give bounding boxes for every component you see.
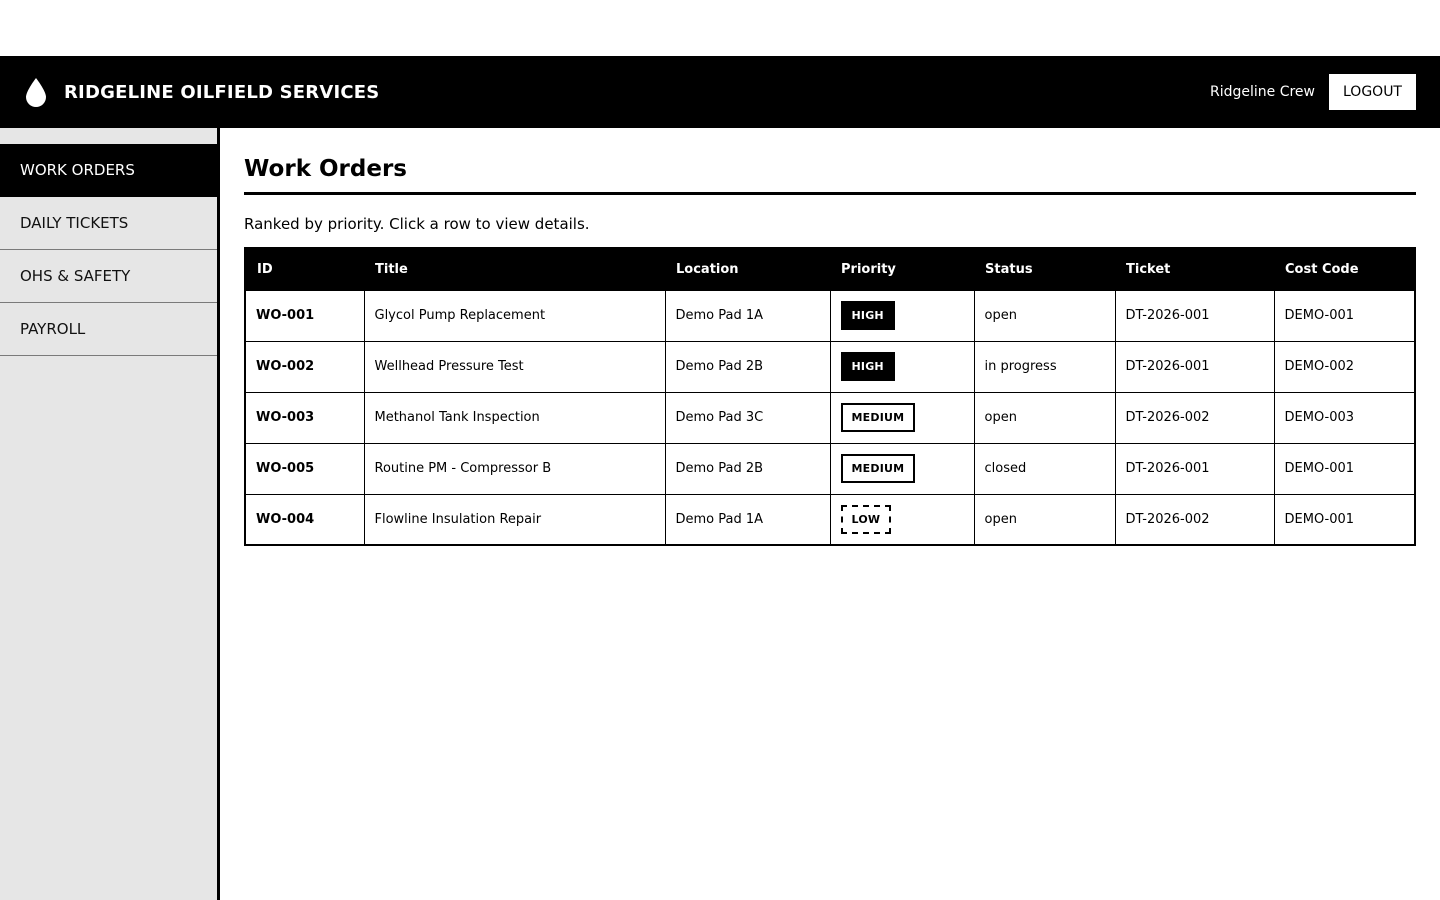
cell-cost-code: DEMO-003 — [1273, 391, 1416, 444]
priority-badge: LOW — [840, 504, 892, 534]
cell-cost-code: DEMO-002 — [1273, 340, 1416, 393]
column-header-ticket[interactable]: Ticket — [1115, 248, 1274, 290]
sidebar: WORK ORDERS DAILY TICKETS OHS & SAFETY P… — [0, 128, 220, 900]
table-header-row: ID Title Location Priority Status Ticket… — [245, 248, 1415, 290]
cell-cost-code: DEMO-001 — [1273, 289, 1416, 342]
cell-title: Methanol Tank Inspection — [363, 391, 666, 444]
cell-status: in progress — [973, 340, 1116, 393]
top-spacer — [0, 0, 1440, 56]
cell-id: WO-005 — [244, 442, 365, 495]
brand: RIDGELINE OILFIELD SERVICES — [24, 77, 379, 107]
cell-id: WO-003 — [244, 391, 365, 444]
cell-priority: HIGH — [829, 340, 975, 393]
cell-title: Wellhead Pressure Test — [363, 340, 666, 393]
table-row[interactable]: WO-004 Flowline Insulation Repair Demo P… — [244, 493, 1416, 546]
column-header-location[interactable]: Location — [665, 248, 830, 290]
cell-id: WO-002 — [244, 340, 365, 393]
column-header-cost-code[interactable]: Cost Code — [1274, 248, 1415, 290]
sidebar-item-daily-tickets[interactable]: DAILY TICKETS — [0, 197, 217, 250]
app-body: WORK ORDERS DAILY TICKETS OHS & SAFETY P… — [0, 128, 1440, 900]
column-header-title[interactable]: Title — [364, 248, 665, 290]
user-name: Ridgeline Crew — [1209, 84, 1315, 100]
cell-status: open — [973, 391, 1116, 444]
cell-priority: MEDIUM — [829, 442, 975, 495]
brand-name: RIDGELINE OILFIELD SERVICES — [64, 81, 380, 103]
cell-location: Demo Pad 2B — [664, 340, 831, 393]
sidebar-item-work-orders[interactable]: WORK ORDERS — [0, 144, 217, 197]
table-row[interactable]: WO-002 Wellhead Pressure Test Demo Pad 2… — [244, 340, 1416, 393]
cell-location: Demo Pad 3C — [664, 391, 831, 444]
priority-badge: MEDIUM — [840, 454, 916, 483]
priority-badge: HIGH — [840, 301, 895, 330]
cell-location: Demo Pad 1A — [664, 289, 831, 342]
app-header: RIDGELINE OILFIELD SERVICES Ridgeline Cr… — [0, 56, 1440, 128]
work-orders-table: ID Title Location Priority Status Ticket… — [244, 247, 1416, 546]
table-row[interactable]: WO-003 Methanol Tank Inspection Demo Pad… — [244, 391, 1416, 444]
sidebar-item-payroll[interactable]: PAYROLL — [0, 303, 217, 356]
cell-priority: LOW — [829, 493, 975, 546]
cell-title: Flowline Insulation Repair — [363, 493, 666, 546]
cell-status: open — [973, 289, 1116, 342]
column-header-priority[interactable]: Priority — [830, 248, 974, 290]
cell-ticket: DT-2026-002 — [1114, 493, 1275, 546]
sidebar-item-ohs-safety[interactable]: OHS & SAFETY — [0, 250, 217, 303]
droplet-icon — [24, 77, 64, 107]
cell-ticket: DT-2026-001 — [1114, 340, 1275, 393]
cell-id: WO-001 — [244, 289, 365, 342]
page-title: Work Orders — [244, 156, 1416, 195]
priority-badge: HIGH — [840, 352, 895, 381]
logout-button[interactable]: LOGOUT — [1329, 74, 1416, 110]
main-content: Work Orders Ranked by priority. Click a … — [220, 128, 1440, 900]
cell-title: Glycol Pump Replacement — [363, 289, 666, 342]
cell-ticket: DT-2026-002 — [1114, 391, 1275, 444]
table-row[interactable]: WO-001 Glycol Pump Replacement Demo Pad … — [244, 289, 1416, 342]
cell-priority: MEDIUM — [829, 391, 975, 444]
cell-status: open — [973, 493, 1116, 546]
cell-title: Routine PM - Compressor B — [363, 442, 666, 495]
column-header-status[interactable]: Status — [974, 248, 1115, 290]
priority-badge: MEDIUM — [840, 403, 916, 432]
cell-id: WO-004 — [244, 493, 365, 546]
cell-status: closed — [973, 442, 1116, 495]
header-actions: Ridgeline Crew LOGOUT — [1210, 74, 1416, 110]
cell-ticket: DT-2026-001 — [1114, 289, 1275, 342]
cell-cost-code: DEMO-001 — [1273, 493, 1416, 546]
cell-location: Demo Pad 1A — [664, 493, 831, 546]
cell-cost-code: DEMO-001 — [1273, 442, 1416, 495]
table-row[interactable]: WO-005 Routine PM - Compressor B Demo Pa… — [244, 442, 1416, 495]
cell-location: Demo Pad 2B — [664, 442, 831, 495]
cell-ticket: DT-2026-001 — [1114, 442, 1275, 495]
page-subtitle: Ranked by priority. Click a row to view … — [244, 215, 590, 233]
column-header-id[interactable]: ID — [245, 248, 364, 290]
cell-priority: HIGH — [829, 289, 975, 342]
